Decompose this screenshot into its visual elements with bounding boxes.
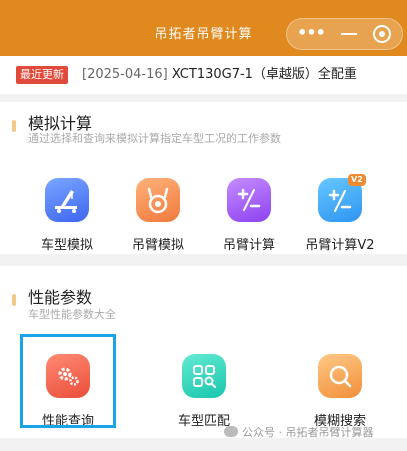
item-label: 吊臂计算V2 [305, 238, 375, 253]
section-title: 性能参数 [28, 288, 93, 307]
close-miniprogram-button[interactable] [373, 25, 391, 43]
section-accent [12, 120, 16, 132]
minimize-button[interactable] [337, 19, 361, 49]
item-label: 吊臂模拟 [131, 238, 184, 253]
v2-badge: V2 [348, 174, 366, 186]
magnifier-icon [318, 354, 362, 398]
more-menu-button[interactable]: ••• [295, 19, 327, 49]
miniprogram-capsule: ••• [286, 18, 403, 50]
grid-search-icon [182, 354, 226, 398]
watermark-text: 公众号 · 吊拓者吊臂计算器 [242, 426, 374, 439]
watermark: 公众号 · 吊拓者吊臂计算器 [224, 424, 374, 440]
wechat-icon [224, 426, 238, 437]
selection-highlight [20, 334, 116, 428]
notice-date: [2025-04-16] [82, 67, 168, 82]
nav-bar: 吊拓者吊臂计算 ••• [0, 0, 407, 56]
notice-text: [2025-04-16] XCT130G7-1（卓越版）全配重 [82, 65, 402, 85]
recent-update-badge: 最近更新 [16, 66, 68, 84]
section-subtitle: 通过选择和查询来模拟计算指定车型工况的工作参数 [28, 132, 281, 145]
calculator-v2-icon: V2 [318, 174, 366, 222]
hook-icon [136, 178, 180, 222]
section-subtitle: 车型性能参数大全 [28, 308, 116, 321]
item-label: 吊臂计算 [222, 238, 275, 253]
item-label: 车型模拟 [40, 238, 93, 253]
simulation-section: 模拟计算 通过选择和查询来模拟计算指定车型工况的工作参数 车型模拟 吊臂模拟 吊… [0, 102, 407, 254]
section-accent [12, 294, 16, 306]
update-notice[interactable]: 最近更新 [2025-04-16] XCT130G7-1（卓越版）全配重 [0, 56, 407, 94]
crane-icon [45, 178, 89, 222]
calculator-icon [227, 178, 271, 222]
notice-content: XCT130G7-1（卓越版）全配重 [167, 67, 357, 82]
